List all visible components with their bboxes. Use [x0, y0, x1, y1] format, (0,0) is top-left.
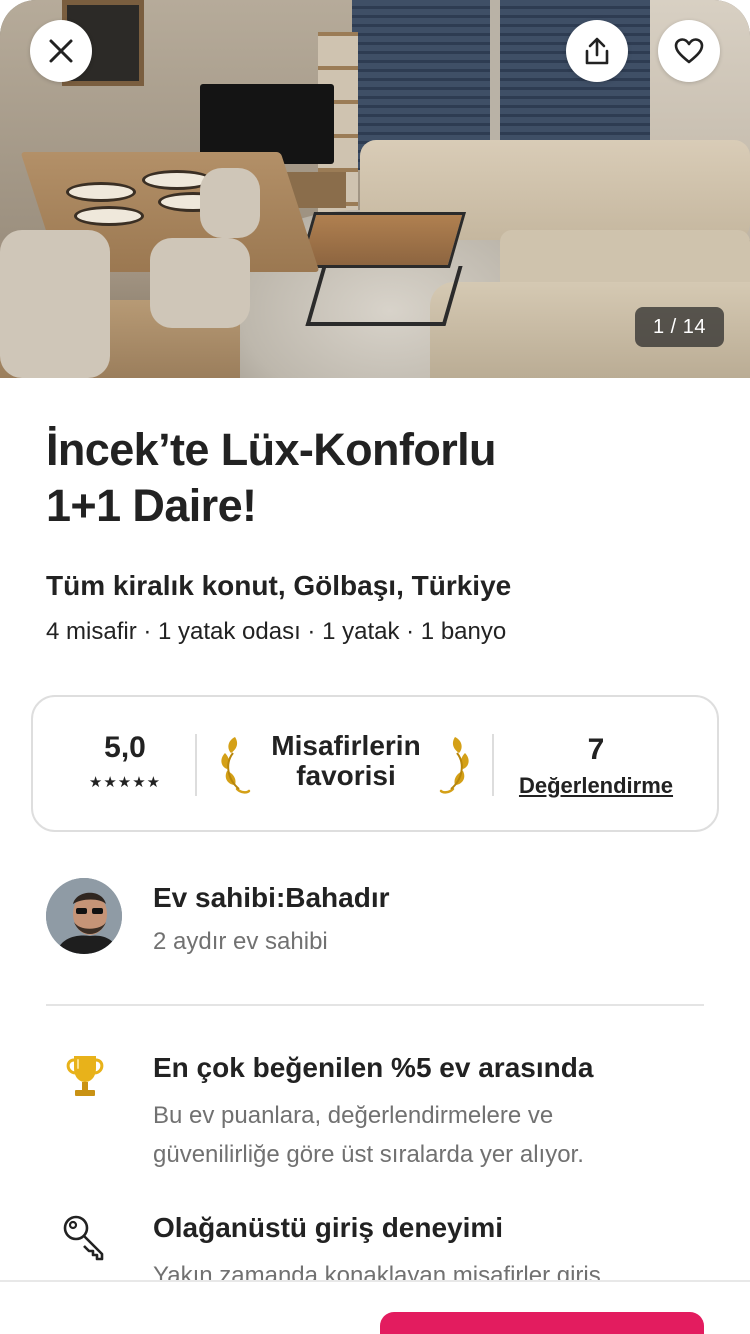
listing-meta: 4 misafir · 1 yatak odası · 1 yatak · 1 … [46, 618, 507, 645]
listing-subtitle: Tüm kiralık konut, Gölbaşı, Türkiye [46, 570, 512, 601]
laurel-right-icon [439, 737, 469, 794]
photo-chair [200, 168, 260, 238]
host-name: Ev sahibi:Bahadır [153, 882, 390, 913]
section-divider [46, 1004, 704, 1006]
guest-favorite-badge: Misafirlerin favorisi [261, 731, 431, 791]
listing-photo[interactable]: 1 / 14 [0, 0, 750, 378]
trophy-icon [66, 1056, 104, 1096]
close-button[interactable] [30, 20, 92, 82]
badge-line2: favorisi [296, 760, 396, 791]
favorite-button[interactable] [658, 20, 720, 82]
host-photo [46, 878, 122, 954]
heart-icon [674, 38, 704, 64]
photo-coffee-table [297, 212, 467, 268]
feature-top-listing: En çok beğenilen %5 ev arasında Bu ev pu… [46, 1052, 706, 1182]
badge-line1: Misafirlerin [271, 730, 421, 761]
listing-title-line1: İncek’te Lüx-Konforlu [46, 424, 497, 475]
share-icon [585, 37, 609, 65]
reviews-link[interactable]: Değerlendirme [511, 773, 681, 799]
host-since: 2 aydır ev sahibi [153, 928, 328, 955]
listing-title-line2: 1+1 Daire! [46, 480, 257, 531]
feature-description: Bu ev puanlara, değerlendirmelere ve güv… [153, 1102, 584, 1168]
booking-bar [0, 1280, 750, 1334]
photo-counter: 1 / 14 [634, 307, 724, 347]
close-icon [49, 39, 73, 63]
review-count: 7 [587, 733, 605, 766]
rating-divider [195, 734, 197, 796]
host-avatar[interactable] [46, 878, 122, 954]
rating-card[interactable]: 5,0 ★★★★★ Misafirlerin favorisi 7 Değerl… [31, 695, 719, 832]
rating-score: 5,0 [104, 731, 146, 764]
photo-chair [0, 230, 110, 378]
key-icon [63, 1215, 104, 1261]
host-section[interactable]: Ev sahibi:Bahadır 2 aydır ev sahibi [46, 878, 706, 958]
photo-chair [150, 238, 250, 328]
feature-heading: En çok beğenilen %5 ev arasında [153, 1052, 594, 1083]
laurel-left-icon [221, 737, 251, 794]
rating-stars: ★★★★★ [88, 774, 162, 791]
photo-placemat [74, 206, 144, 226]
share-button[interactable] [566, 20, 628, 82]
rating-divider [492, 734, 494, 796]
photo-placemat [66, 182, 136, 202]
reserve-button[interactable] [380, 1312, 704, 1334]
feature-heading: Olağanüstü giriş deneyimi [153, 1212, 504, 1243]
photo-coffee-table-base [305, 266, 463, 326]
listing-details: İncek’te Lüx-Konforlu 1+1 Daire! Tüm kir… [0, 378, 750, 1289]
listing-title: İncek’te Lüx-Konforlu 1+1 Daire! [46, 422, 666, 534]
